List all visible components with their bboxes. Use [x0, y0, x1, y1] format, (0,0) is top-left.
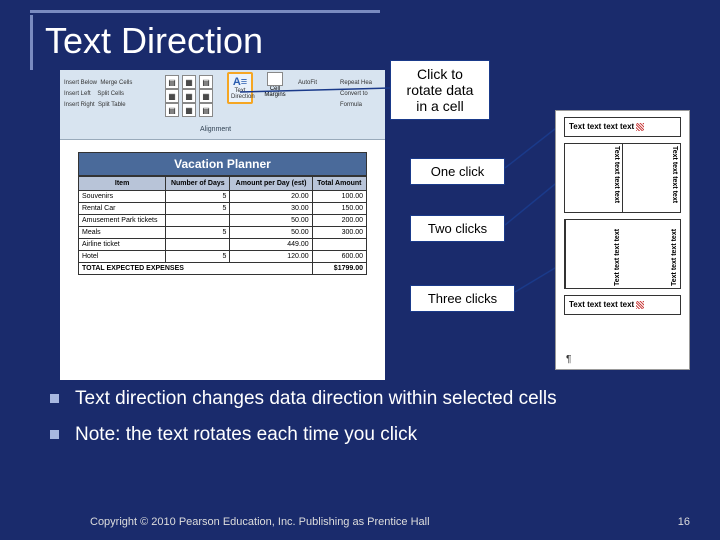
ribbon-data-group: Repeat Hea Convert to Formula — [340, 78, 372, 111]
title-block: Text Direction — [0, 0, 720, 70]
text-direction-samples: Text text text text Text text text textT… — [555, 110, 690, 370]
sample-horizontal-2: Text text text text — [564, 295, 681, 315]
ribbon-left-group: Insert Below Merge Cells Insert Left Spl… — [64, 78, 132, 111]
text-direction-icon: A≡ — [231, 76, 249, 88]
word-screenshot: Insert Below Merge Cells Insert Left Spl… — [60, 70, 385, 380]
sample-vertical-up: Text text text textText text text text — [564, 219, 681, 289]
bullet-list: Text direction changes data direction wi… — [50, 386, 690, 458]
bullet-text-2: Note: the text rotates each time you cli… — [75, 422, 417, 448]
copyright-text: Copyright © 2010 Pearson Education, Inc.… — [90, 516, 430, 528]
footer: Copyright © 2010 Pearson Education, Inc.… — [90, 516, 690, 528]
callout-rotate: Click to rotate data in a cell — [390, 60, 490, 120]
sample-vertical-down: Text text text textText text text text — [564, 143, 681, 213]
document-area: Vacation Planner ItemNumber of DaysAmoun… — [60, 140, 385, 287]
callout-three-clicks: Three clicks — [410, 285, 515, 312]
bullet-icon — [50, 394, 59, 403]
text-direction-button[interactable]: A≡ Text Direction — [227, 72, 253, 104]
planner-title: Vacation Planner — [78, 152, 367, 176]
callout-one-click: One click — [410, 158, 505, 185]
pilcrow-icon: ¶ — [566, 354, 571, 365]
bullet-text-1: Text direction changes data direction wi… — [75, 386, 557, 412]
sample-horizontal: Text text text text — [564, 117, 681, 137]
bullet-icon — [50, 430, 59, 439]
alignment-group-label: Alignment — [200, 126, 231, 133]
slide-title: Text Direction — [45, 20, 720, 62]
autofit-button[interactable]: AutoFit — [298, 78, 317, 89]
alignment-grid: ▤▦▤ ▦▦▦ ▤▦▤ — [165, 75, 213, 117]
ribbon: Insert Below Merge Cells Insert Left Spl… — [60, 70, 385, 140]
planner-table: ItemNumber of DaysAmount per Day (est)To… — [78, 176, 367, 275]
page-number: 16 — [678, 516, 690, 528]
cell-margins-button[interactable]: Cell Margins — [260, 72, 290, 98]
callout-two-clicks: Two clicks — [410, 215, 505, 242]
